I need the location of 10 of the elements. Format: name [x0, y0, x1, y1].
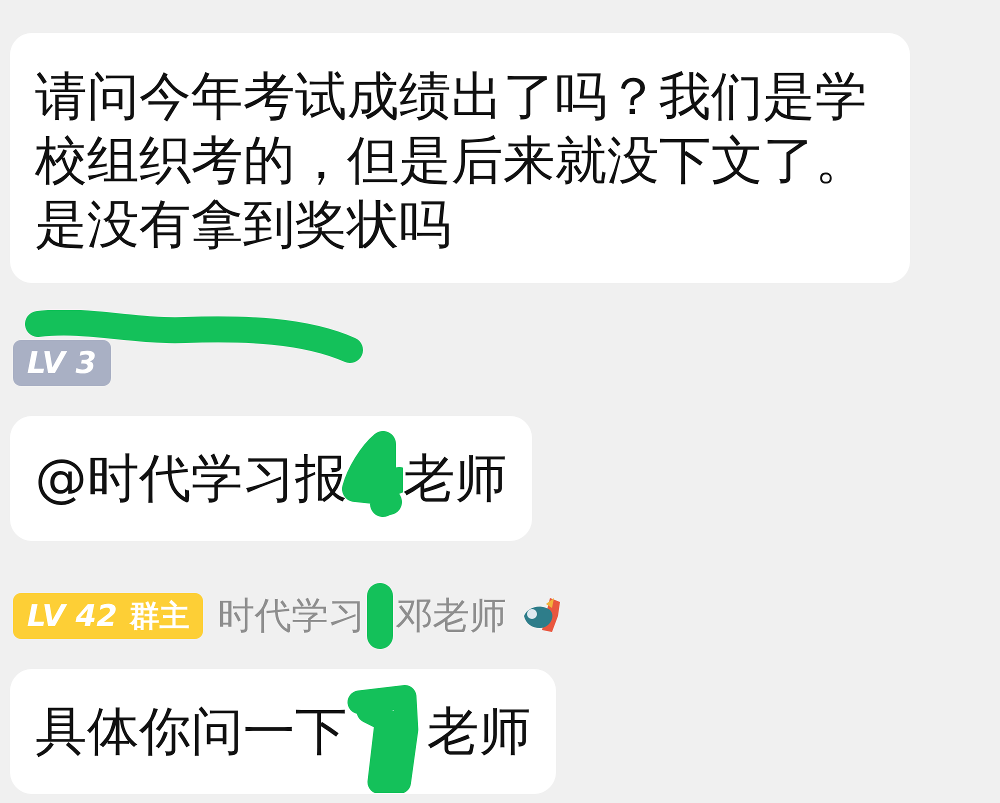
sender-name: 时代学习: [217, 593, 366, 639]
message-text: 老师: [403, 448, 507, 510]
scribble-drawing: [365, 583, 396, 649]
message-text: 老师: [427, 700, 531, 764]
level-badge: LV 3: [13, 340, 111, 386]
message-text: 请问今年考试成绩出了吗？我们是学校组织考的，但是后来就没下文了。是没有拿到奖状吗: [35, 66, 868, 257]
message-text: 具体你问一下: [35, 700, 347, 764]
sender-name: 邓老师: [395, 593, 506, 639]
level-badge: LV 42 群主: [13, 593, 204, 639]
message-text: @时代学习报: [35, 448, 347, 510]
